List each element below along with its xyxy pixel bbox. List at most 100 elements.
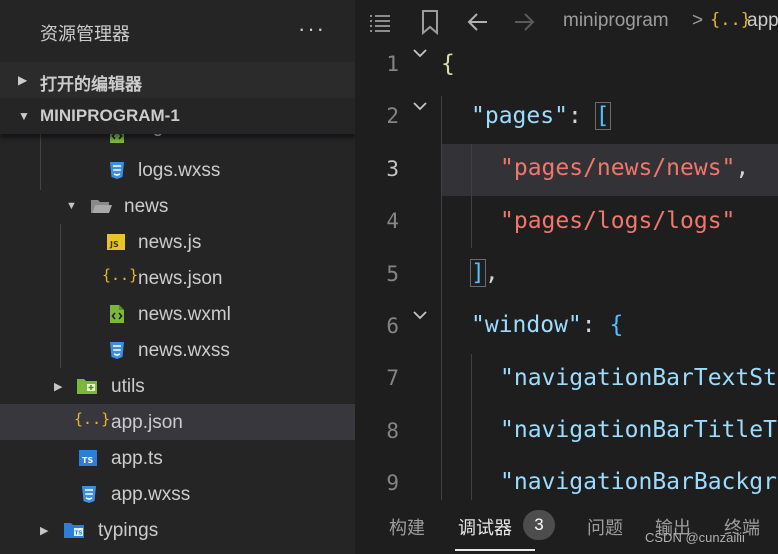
tab-problems[interactable]: 问题 (587, 514, 623, 540)
tree-item-news-wxml[interactable]: news.wxml (0, 296, 355, 332)
code-token: "pages/news/news" (500, 155, 736, 181)
code-token: { (609, 312, 624, 338)
line-number: 7 (386, 366, 399, 390)
json-file-icon: {..} (710, 10, 751, 30)
breadcrumb-separator-icon: > (692, 10, 704, 31)
tree-item-label: typings (98, 520, 159, 541)
editor-area: miniprogram > {..} app.json 1 2 3 4 5 6 … (355, 0, 778, 554)
code-token: "pages" (471, 103, 568, 129)
chevron-down-icon: ▼ (66, 200, 77, 212)
tree-item-news-json[interactable]: {..} news.json (0, 260, 355, 296)
tree-item-logs-wxss[interactable]: logs.wxss (0, 152, 355, 188)
more-actions-icon[interactable]: ··· (298, 16, 326, 42)
tree-item-news-wxss[interactable]: news.wxss (0, 332, 355, 368)
active-tab-underline (455, 549, 535, 551)
tree-item-label: news.wxss (138, 340, 230, 361)
tree-item-typings-folder[interactable]: ▶ TS typings (0, 512, 355, 548)
folder-open-icon (91, 200, 112, 213)
code-line-8: "navigationBarTitleT (500, 417, 777, 443)
explorer-header: 资源管理器 ··· (0, 0, 355, 62)
tree-item-label: app.json (111, 412, 183, 433)
back-arrow-icon[interactable] (465, 8, 491, 36)
tree-item-news-js[interactable]: JS news.js (0, 224, 355, 260)
svg-text:TS: TS (82, 456, 93, 465)
bottom-panel: 构建 调试器 3 问题 输出 终端 (355, 500, 778, 554)
line-number-gutter: 1 2 3 4 5 6 7 8 9 (355, 44, 435, 500)
tree-item-news-folder[interactable]: ▼ news (0, 188, 355, 224)
section-open-editors[interactable]: ▶ 打开的编辑器 (0, 62, 355, 98)
watermark: CSDN @cunzaiiii (645, 530, 745, 545)
line-number: 4 (386, 209, 399, 233)
tree-item-utils-folder[interactable]: ▶ utils (0, 368, 355, 404)
code-token: "navigationBarTitleT (500, 417, 777, 443)
code-token: , (484, 260, 499, 286)
line-number: 2 (386, 104, 399, 128)
tab-build[interactable]: 构建 (389, 514, 425, 540)
chevron-down-icon: ▼ (18, 109, 30, 123)
folder-icon (77, 379, 97, 394)
editor-toolbar: miniprogram > {..} app.json (355, 0, 778, 44)
tree-item-app-ts[interactable]: TS app.ts (0, 440, 355, 476)
list-icon[interactable] (367, 8, 393, 36)
code-token: ] (470, 259, 486, 287)
folder-icon: TS (64, 523, 84, 538)
breadcrumb-folder[interactable]: miniprogram (563, 10, 669, 32)
code-line-2: "pages": [ (471, 102, 611, 130)
wxml-file-icon (110, 305, 124, 323)
line-number: 8 (386, 419, 399, 443)
code-line-9: "navigationBarBackgr (500, 469, 777, 495)
chevron-right-icon: ▶ (40, 525, 49, 537)
code-line-1: { (441, 51, 455, 77)
code-line-4: "pages/logs/logs" (500, 208, 735, 234)
wxss-file-icon (110, 162, 124, 179)
section-project-label: MINIPROGRAM-1 (40, 106, 180, 125)
explorer-panel: 资源管理器 ··· logs.wxml logs.wxss ▼ (0, 0, 355, 554)
explorer-title: 资源管理器 (40, 24, 130, 44)
code-token: "navigationBarTextSt (500, 365, 777, 391)
code-view[interactable]: { "pages": [ "pages/news/news", "pages/l… (441, 44, 778, 500)
js-file-icon: JS (107, 234, 125, 250)
code-token: [ (594, 102, 611, 130)
line-number-active: 3 (386, 157, 399, 181)
fold-chevron-icon[interactable] (411, 46, 429, 60)
code-line-3: "pages/news/news", (500, 155, 749, 181)
code-line-7: "navigationBarTextSt (500, 365, 777, 391)
debugger-badge: 3 (523, 510, 555, 540)
tree-item-label: utils (111, 376, 145, 397)
section-project[interactable]: ▼ MINIPROGRAM-1 (0, 98, 355, 134)
fold-chevron-icon[interactable] (411, 308, 429, 322)
wxss-file-icon (110, 342, 124, 359)
code-line-5: ], (470, 259, 499, 287)
line-number: 9 (386, 471, 399, 495)
tree-item-label: logs.wxss (138, 160, 221, 181)
tree-item-app-wxss[interactable]: app.wxss (0, 476, 355, 512)
code-line-6: "window": { (471, 312, 623, 338)
section-open-editors-label: 打开的编辑器 (40, 75, 142, 94)
indent-guide (471, 144, 472, 248)
tree-item-label: news.js (138, 232, 202, 253)
code-token: , (735, 155, 750, 181)
tree-item-app-json[interactable]: {..} app.json (0, 404, 355, 440)
indent-guide (441, 96, 442, 500)
json-file-icon: {..} (102, 266, 139, 284)
svg-text:JS: JS (109, 240, 119, 249)
tree-item-label: app.ts (111, 448, 163, 469)
code-token: "pages/logs/logs" (500, 208, 736, 234)
svg-text:TS: TS (75, 531, 83, 537)
line-number: 5 (386, 262, 399, 286)
tree-item-label: news (124, 196, 169, 217)
forward-arrow-icon[interactable] (511, 8, 537, 36)
json-file-icon: {..} (74, 410, 111, 428)
code-token: : (567, 103, 596, 129)
code-token: "window" (471, 312, 582, 338)
chevron-right-icon: ▶ (18, 73, 28, 87)
fold-chevron-icon[interactable] (411, 99, 429, 113)
bookmark-icon[interactable] (419, 8, 441, 36)
file-tree: logs.wxml logs.wxss ▼ news JS news.js (0, 116, 355, 554)
chevron-right-icon: ▶ (54, 381, 63, 393)
tree-item-label: app.wxss (111, 484, 191, 505)
code-token: : (581, 312, 610, 338)
tree-item-label: news.wxml (138, 304, 231, 325)
tab-debugger[interactable]: 调试器 (458, 514, 512, 540)
breadcrumb-file[interactable]: app.json (747, 10, 778, 32)
